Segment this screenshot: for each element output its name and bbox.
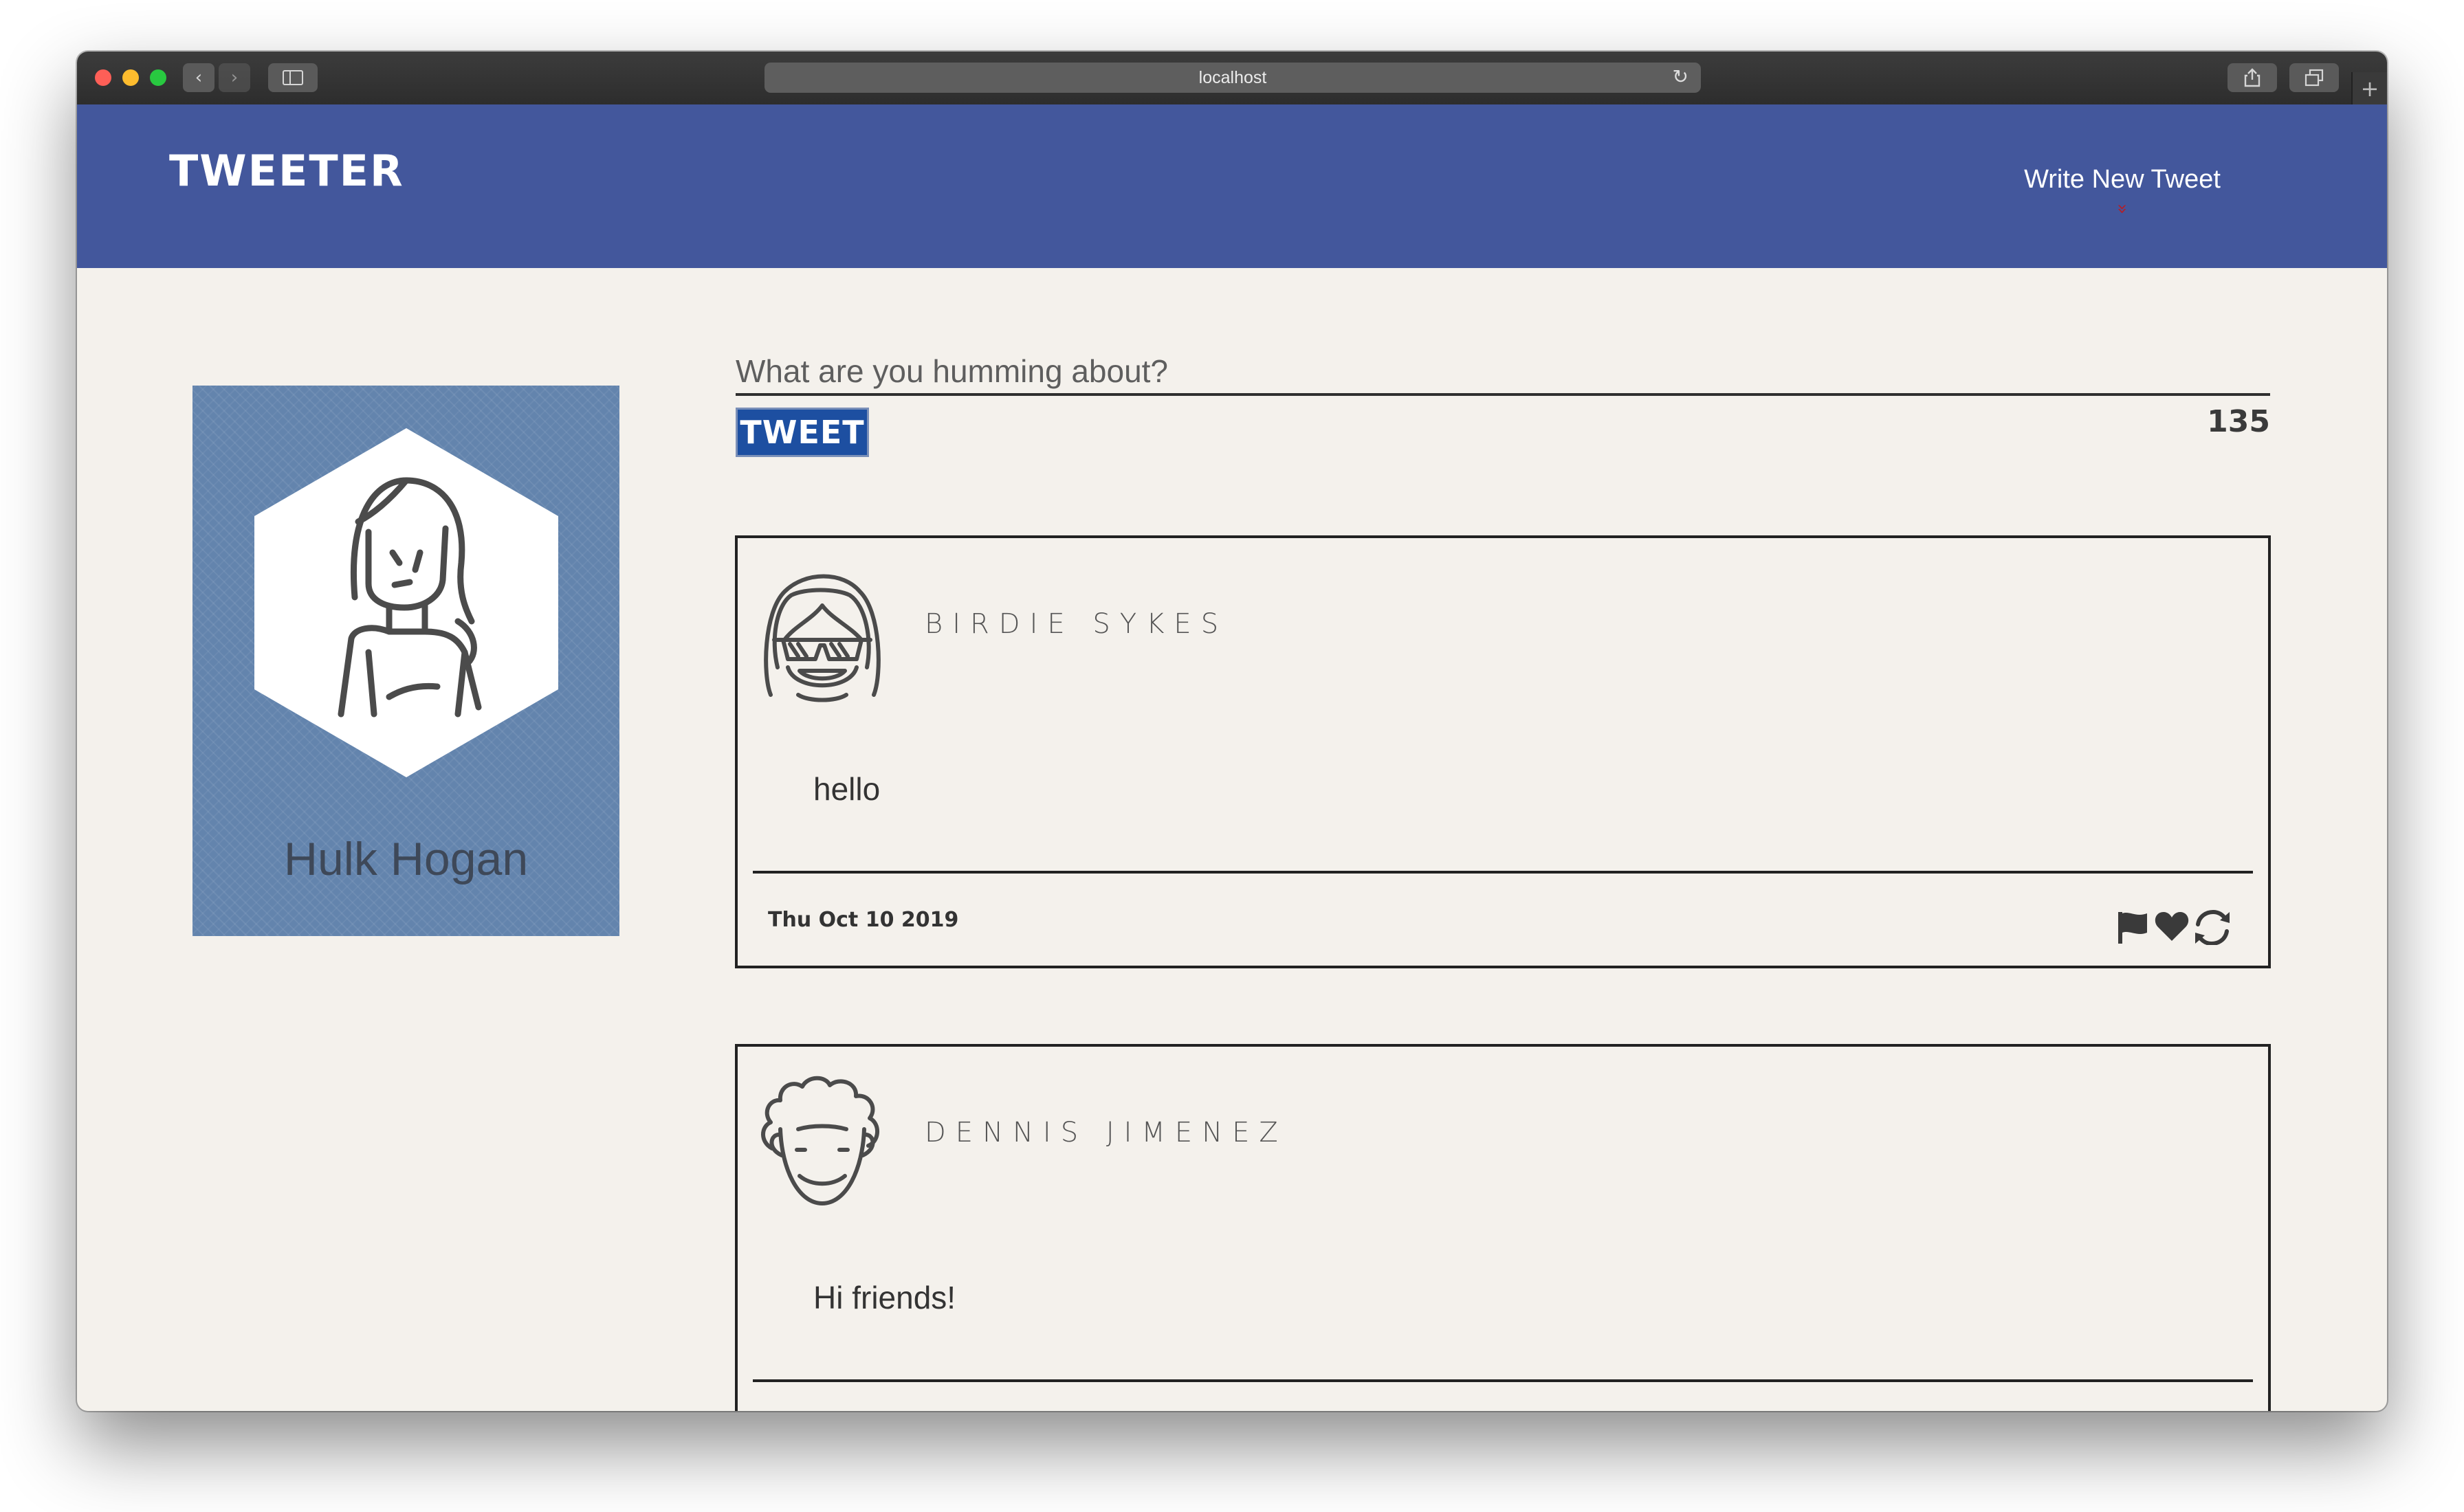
new-tab-button[interactable]: + (2351, 72, 2387, 104)
back-button[interactable]: ‹ (183, 63, 214, 92)
retweet-icon (2196, 909, 2229, 946)
profile-avatar (252, 425, 561, 780)
sidebar-button[interactable] (268, 63, 318, 92)
tweet-text: Hi friends! (813, 1280, 956, 1315)
share-button[interactable] (2228, 63, 2277, 92)
tweet-date: Thu Oct 10 2019 (768, 908, 959, 932)
tweet-button[interactable]: TWEET (736, 408, 869, 457)
zoom-window-button[interactable] (150, 69, 166, 86)
tweet-author-handle: BIRDIE SYKES (925, 608, 1229, 640)
tabs-overview-button[interactable] (2289, 63, 2339, 92)
profile-name: Hulk Hogan (283, 833, 529, 885)
tweet-divider (753, 871, 2253, 874)
app-header: TWEETER Write New Tweet » (77, 104, 2387, 268)
user-avatar-icon (757, 564, 888, 709)
minimize-window-button[interactable] (122, 69, 139, 86)
forward-icon: › (230, 67, 239, 88)
tweet-divider (753, 1379, 2253, 1382)
flag-icon (2118, 912, 2147, 944)
tweet-card: DENNIS JIMENEZ Hi friends! (735, 1044, 2271, 1411)
url-text: localhost (1198, 67, 1267, 87)
heart-icon (2155, 912, 2189, 941)
profile-card: Hulk Hogan (192, 386, 619, 936)
user-avatar-icon (757, 1073, 888, 1217)
tabs-icon (2304, 69, 2324, 87)
tweet-actions (2115, 909, 2232, 946)
input-underline (736, 393, 2270, 396)
address-bar[interactable]: localhost ↻ (764, 63, 1701, 93)
write-new-tweet-link[interactable]: Write New Tweet (2023, 165, 2222, 194)
forward-button[interactable]: › (219, 63, 250, 92)
tweet-input[interactable]: What are you humming about? (736, 353, 1168, 390)
chevron-down-icon[interactable]: » (2106, 202, 2138, 216)
back-icon: ‹ (195, 67, 203, 88)
tweet-text: hello (813, 771, 881, 807)
browser-toolbar: ‹ › localhost ↻ + (77, 52, 2387, 104)
share-icon (2244, 68, 2260, 87)
app-logo: TWEETER (169, 146, 404, 196)
tweet-card: BIRDIE SYKES hello Thu Oct 10 2019 (735, 535, 2271, 968)
browser-window: ‹ › localhost ↻ + TWEETER Write New Twee… (77, 52, 2387, 1411)
character-counter: 135 (2207, 404, 2270, 439)
plus-icon: + (2360, 75, 2379, 102)
tweet-author-handle: DENNIS JIMENEZ (925, 1117, 1288, 1148)
close-window-button[interactable] (95, 69, 111, 86)
sidebar-icon (283, 70, 303, 85)
reload-icon[interactable]: ↻ (1673, 65, 1688, 88)
